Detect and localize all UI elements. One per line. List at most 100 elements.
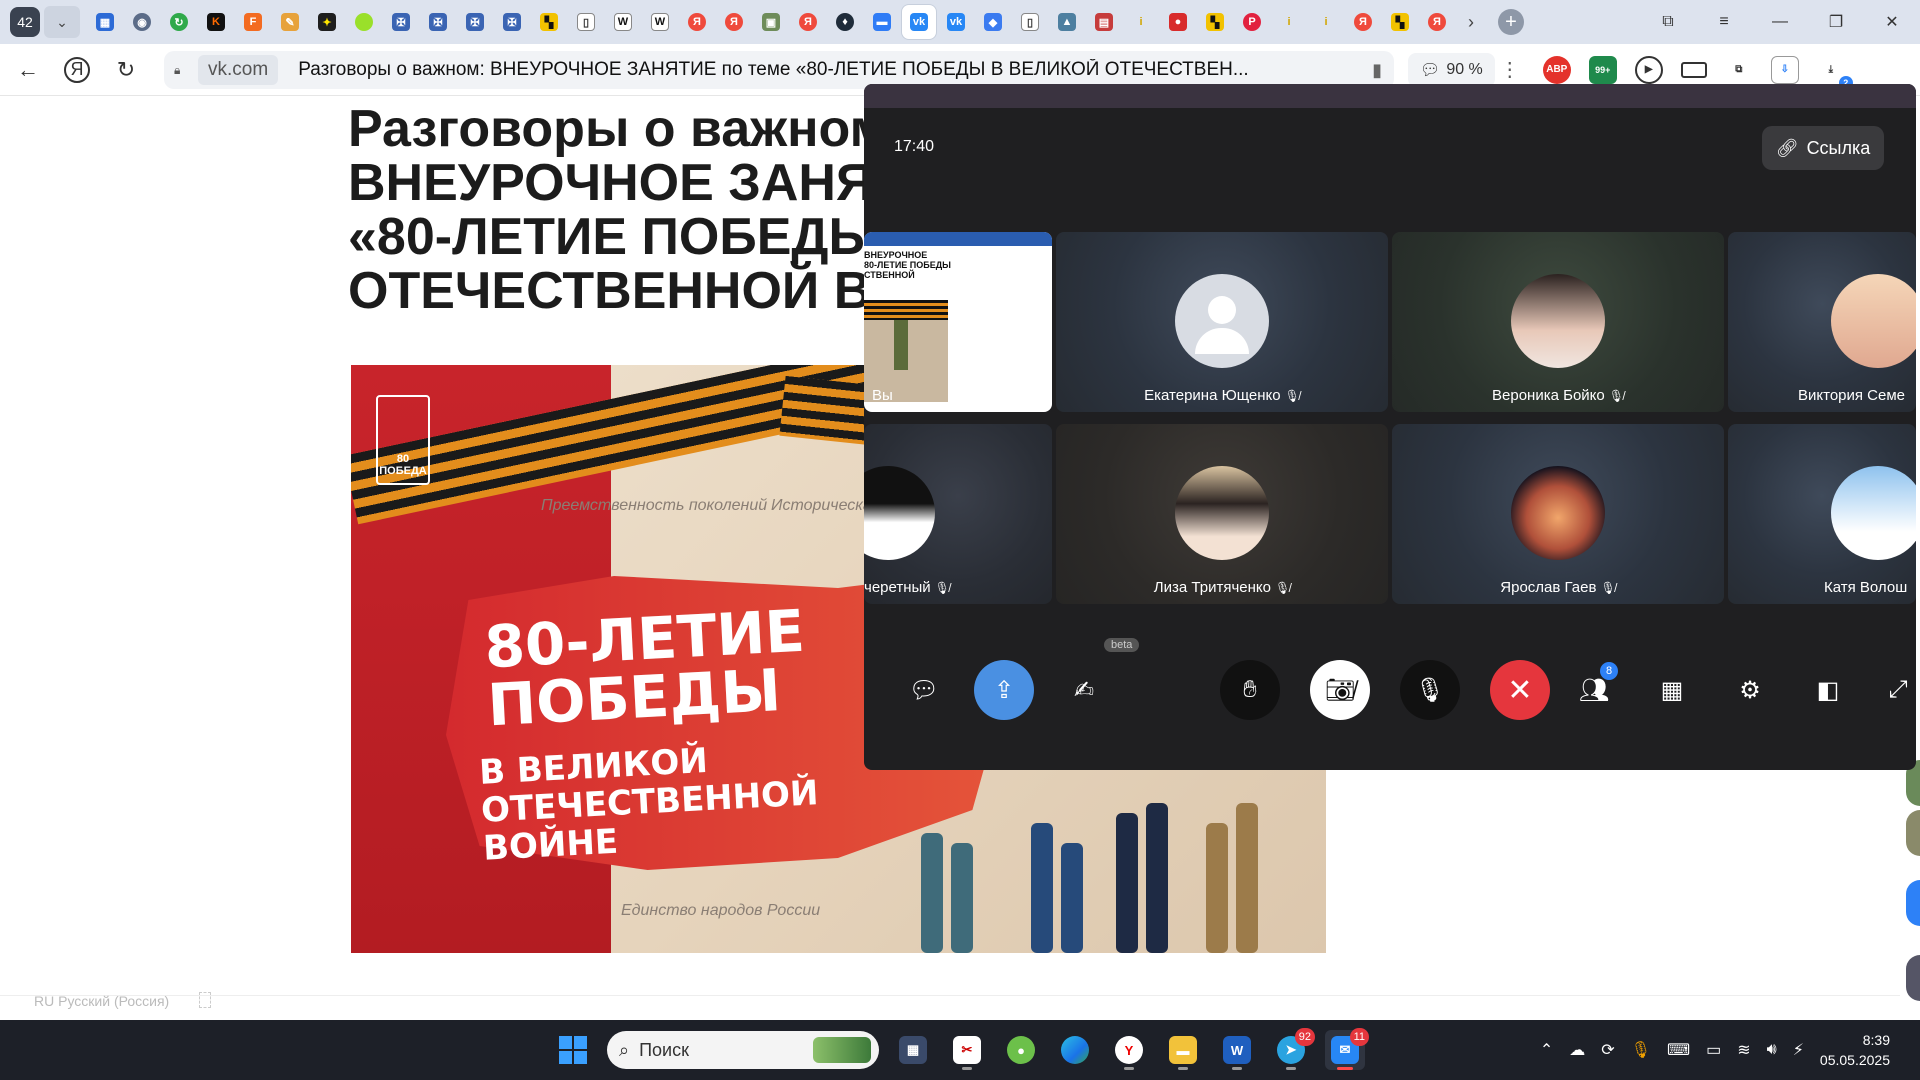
chat-bubble-icon[interactable]: 💬︎ bbox=[894, 660, 954, 720]
telegram-app[interactable]: ➤ 92 bbox=[1271, 1028, 1315, 1070]
reader-icon[interactable]: ⧉ bbox=[1724, 55, 1753, 84]
chevron-up-icon[interactable]: ⌃ bbox=[1540, 1040, 1553, 1060]
pinned-tab[interactable]: ▤ bbox=[1087, 5, 1121, 39]
pinned-tab[interactable]: Я bbox=[1346, 5, 1380, 39]
participants-icon[interactable]: 👥︎ 8 bbox=[1564, 660, 1624, 720]
self-screen-share-tile[interactable]: ВНЕУРОЧНОЕ 80-ЛЕТИЕ ПОБЕДЫ СТВЕННОЙ Вы bbox=[864, 232, 1052, 412]
raise-hand-button[interactable]: ✋︎ bbox=[1220, 660, 1280, 720]
bookmark-icon[interactable]: ▮ bbox=[1372, 60, 1382, 81]
pinned-tab[interactable]: K bbox=[199, 5, 233, 39]
pinned-tab[interactable]: ▚ bbox=[1383, 5, 1417, 39]
pinned-tab[interactable]: ✠ bbox=[458, 5, 492, 39]
zoom-indicator[interactable]: 💬︎ 90 % bbox=[1408, 52, 1495, 87]
start-button[interactable] bbox=[553, 1030, 593, 1070]
pinned-tab[interactable]: ▯ bbox=[569, 5, 603, 39]
counter-extension[interactable]: 99+ bbox=[1588, 55, 1617, 84]
adblock-extension[interactable]: ABP bbox=[1542, 55, 1571, 84]
pinned-tab[interactable]: ✠ bbox=[384, 5, 418, 39]
battery-icon[interactable] bbox=[1680, 61, 1707, 78]
close-icon[interactable]: ✕ bbox=[1864, 0, 1920, 44]
more-tabs-chevron-icon[interactable]: › bbox=[1454, 5, 1488, 39]
back-arrow-icon[interactable]: ← bbox=[6, 48, 50, 92]
media-play-icon[interactable]: ▶ bbox=[1634, 55, 1663, 84]
reload-icon[interactable]: ↻ bbox=[104, 48, 148, 92]
whiteboard-icon[interactable]: ✍︎ bbox=[1054, 660, 1114, 720]
participant-tile[interactable]: Лиза Тритяченко 🎙︎̸ bbox=[1056, 424, 1388, 604]
pinned-tab[interactable]: ✠ bbox=[421, 5, 455, 39]
taskbar-search[interactable]: ⌕ Поиск bbox=[607, 1031, 879, 1069]
pinned-tab[interactable]: ▲ bbox=[1050, 5, 1084, 39]
restore-icon[interactable]: ❐ bbox=[1808, 0, 1864, 44]
sync-icon[interactable]: ⟳ bbox=[1601, 1040, 1614, 1060]
menu-icon[interactable]: ≡ bbox=[1696, 0, 1752, 44]
collections-icon[interactable]: ⧉ bbox=[1640, 0, 1696, 44]
participant-tile[interactable]: Катя Волош bbox=[1728, 424, 1916, 604]
avatar-peek[interactable] bbox=[1906, 810, 1920, 856]
pinned-tab[interactable]: i bbox=[1309, 5, 1343, 39]
pinned-tab[interactable]: P bbox=[1235, 5, 1269, 39]
screen-share-button[interactable]: ⇪ bbox=[974, 660, 1034, 720]
wifi-icon[interactable]: ≋ bbox=[1737, 1040, 1750, 1060]
yandex-browser-app[interactable]: Y bbox=[1109, 1030, 1149, 1070]
pinned-tab[interactable]: Я bbox=[680, 5, 714, 39]
omnibox[interactable]: 🔒︎ vk.com Разговоры о важном: ВНЕУРОЧНОЕ… bbox=[164, 50, 1394, 89]
volume-icon[interactable]: 🔊︎ bbox=[1767, 1041, 1777, 1059]
green-app[interactable]: ● bbox=[1001, 1030, 1041, 1070]
edge-app[interactable] bbox=[1055, 1030, 1095, 1070]
tab-list-chevron-icon[interactable]: ⌄ bbox=[44, 6, 80, 38]
pinned-tab[interactable]: ▚ bbox=[1198, 5, 1232, 39]
vk-messenger-app[interactable]: ✉ 11 bbox=[1325, 1028, 1369, 1070]
snipping-tool-app[interactable]: ✂ bbox=[947, 1030, 987, 1070]
battery-charging-icon[interactable]: ⚡︎ bbox=[1793, 1040, 1804, 1060]
new-tab-plus-icon[interactable]: + bbox=[1498, 9, 1524, 35]
pinned-tab[interactable]: ◉ bbox=[125, 5, 159, 39]
participant-tile[interactable]: Виктория Семе bbox=[1728, 232, 1916, 412]
pinned-tab[interactable]: ✦ bbox=[310, 5, 344, 39]
microphone-button[interactable]: 🎙︎ bbox=[1400, 660, 1460, 720]
pinned-tab[interactable]: i bbox=[1272, 5, 1306, 39]
pinned-tab[interactable]: Я bbox=[791, 5, 825, 39]
calculator-app[interactable]: ▦ bbox=[893, 1030, 933, 1070]
pinned-tab[interactable]: W bbox=[606, 5, 640, 39]
download-icon[interactable]: ⇩ bbox=[1770, 55, 1799, 84]
cloud-icon[interactable]: ☁ bbox=[1569, 1040, 1585, 1060]
pinned-tab[interactable]: ↻ bbox=[162, 5, 196, 39]
pinned-tab[interactable]: ● bbox=[1161, 5, 1195, 39]
end-call-button[interactable]: ✕ bbox=[1490, 660, 1550, 720]
avatar-peek[interactable] bbox=[1906, 955, 1920, 1001]
pinned-tab[interactable]: ▣ bbox=[754, 5, 788, 39]
pinned-tab[interactable]: ✎ bbox=[273, 5, 307, 39]
microphone-tray-icon[interactable]: 🎙︎ bbox=[1631, 1040, 1651, 1060]
pinned-tab[interactable]: Я bbox=[717, 5, 751, 39]
call-titlebar[interactable] bbox=[864, 84, 1916, 108]
participant-tile[interactable]: Вероника Бойко 🎙︎̸ bbox=[1392, 232, 1724, 412]
pinned-tab[interactable]: ▚ bbox=[532, 5, 566, 39]
avatar-peek[interactable] bbox=[1906, 880, 1920, 926]
fullscreen-icon[interactable]: ⤢ bbox=[1868, 660, 1916, 720]
participant-tile[interactable]: черетный 🎙︎̸ bbox=[864, 424, 1052, 604]
pinned-tab[interactable]: i bbox=[1124, 5, 1158, 39]
minimize-icon[interactable]: — bbox=[1752, 0, 1808, 44]
clock[interactable]: 8:39 05.05.2025 bbox=[1820, 1030, 1890, 1070]
file-explorer-app[interactable]: ▬ bbox=[1163, 1030, 1203, 1070]
picture-in-picture-icon[interactable]: ◧ bbox=[1798, 660, 1858, 720]
pinned-tab[interactable]: ▬ bbox=[865, 5, 899, 39]
participant-tile[interactable]: Ярослав Гаев 🎙︎̸ bbox=[1392, 424, 1724, 604]
pinned-tab[interactable]: ✠ bbox=[495, 5, 529, 39]
word-app[interactable]: W bbox=[1217, 1030, 1257, 1070]
pinned-tab[interactable]: ▦ bbox=[88, 5, 122, 39]
settings-gear-icon[interactable]: ⚙︎ bbox=[1720, 660, 1780, 720]
pinned-tab[interactable]: Я bbox=[1420, 5, 1454, 39]
active-tab-vk[interactable]: vk bbox=[902, 5, 936, 39]
layout-grid-icon[interactable]: ▦ bbox=[1642, 660, 1702, 720]
pinned-tab[interactable]: ▯ bbox=[1013, 5, 1047, 39]
tab-counter[interactable]: 42 bbox=[10, 7, 40, 37]
camera-off-button[interactable]: 📷︎̸ bbox=[1310, 660, 1370, 720]
more-options-icon[interactable]: ⋮ bbox=[1495, 57, 1525, 82]
pinned-tab[interactable]: W bbox=[643, 5, 677, 39]
participant-tile[interactable]: Екатерина Ющенко 🎙︎̸ bbox=[1056, 232, 1388, 412]
display-icon[interactable]: ▭ bbox=[1706, 1040, 1721, 1060]
keyboard-icon[interactable]: ⌨ bbox=[1667, 1040, 1690, 1060]
pinned-tab[interactable]: vk bbox=[939, 5, 973, 39]
pinned-tab[interactable] bbox=[347, 5, 381, 39]
